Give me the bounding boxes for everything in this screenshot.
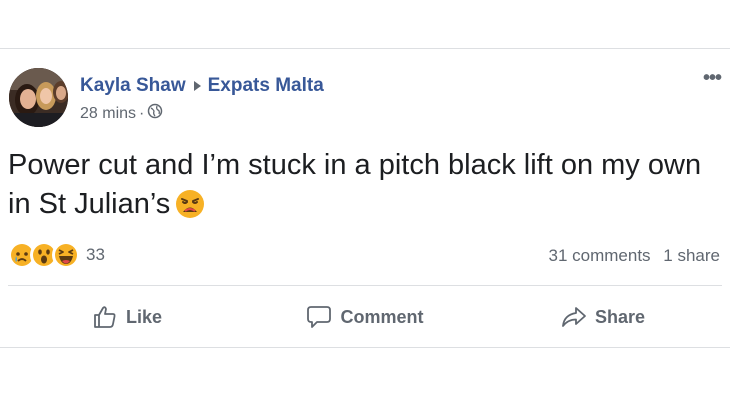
engagement-counts: 31 comments 1 share bbox=[549, 246, 720, 266]
avatar[interactable] bbox=[9, 68, 68, 127]
divider bbox=[8, 285, 722, 286]
like-label: Like bbox=[125, 306, 163, 327]
weary-face-icon bbox=[175, 189, 205, 230]
share-label: Share bbox=[594, 306, 646, 327]
post-body: Power cut and I’m stuck in a pitch black… bbox=[8, 146, 723, 230]
post-header: Kayla Shaw Expats Malta bbox=[80, 75, 324, 97]
post-meta: 28 mins · bbox=[80, 103, 163, 124]
globe-icon[interactable] bbox=[147, 103, 163, 124]
feed-post: Kayla Shaw Expats Malta 28 mins · ••• Po… bbox=[0, 48, 730, 348]
like-button[interactable]: Like bbox=[8, 297, 246, 337]
author-name[interactable]: Kayla Shaw bbox=[80, 75, 186, 97]
meta-separator: · bbox=[139, 104, 145, 122]
comment-label: Comment bbox=[340, 306, 424, 327]
share-arrow-icon bbox=[562, 307, 586, 327]
haha-face-icon bbox=[52, 241, 80, 269]
comment-icon bbox=[307, 306, 332, 328]
reaction-count[interactable]: 33 bbox=[86, 245, 105, 265]
post-text: Power cut and I’m stuck in a pitch black… bbox=[8, 149, 702, 220]
reactions-summary[interactable]: 33 bbox=[8, 241, 105, 269]
post-timestamp[interactable]: 28 mins bbox=[80, 105, 136, 123]
triangle-right-icon bbox=[193, 81, 201, 91]
comments-count-link[interactable]: 31 comments bbox=[549, 246, 651, 265]
share-button[interactable]: Share bbox=[484, 297, 722, 337]
thumbs-up-icon bbox=[94, 306, 116, 328]
group-name[interactable]: Expats Malta bbox=[208, 75, 324, 97]
comment-button[interactable]: Comment bbox=[246, 297, 484, 337]
more-options-icon[interactable]: ••• bbox=[703, 67, 722, 90]
post-actions: Like Comment Share bbox=[8, 297, 722, 337]
shares-count-link[interactable]: 1 share bbox=[663, 246, 720, 265]
